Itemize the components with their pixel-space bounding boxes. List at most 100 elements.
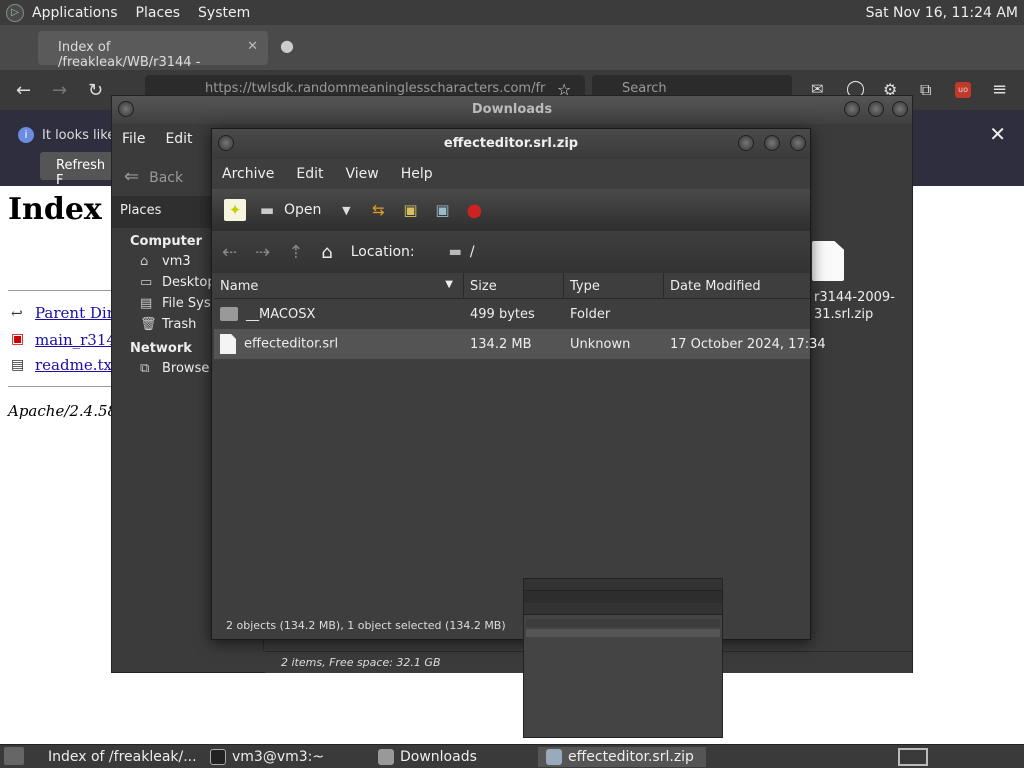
menu-file[interactable]: File bbox=[122, 131, 145, 147]
url-text: https://twlsdk.randommeaninglesscharacte… bbox=[205, 81, 546, 96]
open-dropdown-icon[interactable]: ▼ bbox=[335, 199, 357, 221]
show-desktop-icon[interactable] bbox=[4, 747, 24, 765]
system-menu[interactable]: System bbox=[198, 5, 250, 21]
toolbar: ✦ ▬ Open ▼ ⇆ ▣ ▣ ● bbox=[212, 189, 810, 231]
divider bbox=[8, 290, 118, 291]
window-menu-icon[interactable] bbox=[218, 135, 234, 151]
trash-icon: 🗑 bbox=[140, 317, 157, 332]
maximize-icon[interactable] bbox=[868, 101, 884, 117]
window-title: Downloads bbox=[112, 96, 912, 124]
task-terminal[interactable]: vm3@vm3:~ bbox=[202, 747, 366, 767]
list-item-selected[interactable]: effecteditor.srl 134.2 MB Unknown 17 Oct… bbox=[214, 329, 826, 359]
system-logo-icon[interactable]: ▷ bbox=[6, 3, 24, 22]
back-button[interactable]: ⇐ Back bbox=[124, 166, 183, 187]
forward-arrow-icon[interactable]: → bbox=[52, 80, 67, 101]
window-thumbnail-preview[interactable] bbox=[523, 578, 723, 738]
back-arrow-icon: ⇐ bbox=[124, 166, 140, 187]
column-date[interactable]: Date Modified bbox=[664, 273, 810, 298]
hamburger-menu-icon[interactable]: ≡ bbox=[992, 79, 1007, 100]
workspace-switcher[interactable] bbox=[898, 748, 928, 766]
extract-icon[interactable]: ⇆ bbox=[367, 199, 389, 221]
menu-view[interactable]: View bbox=[346, 166, 379, 182]
home-icon[interactable]: ⌂ bbox=[321, 242, 332, 263]
window-menu-icon[interactable] bbox=[118, 101, 134, 117]
column-headers: Name ▼ Size Type Date Modified bbox=[214, 273, 810, 299]
info-icon: i bbox=[18, 127, 34, 143]
notification-text: It looks like bbox=[42, 128, 116, 143]
archive-manager-window: effecteditor.srl.zip Archive Edit View H… bbox=[211, 128, 826, 640]
terminal-icon bbox=[210, 749, 226, 765]
divider bbox=[8, 386, 118, 387]
thumbnail-toolbar bbox=[524, 591, 722, 603]
file-list: __MACOSX 499 bytes Folder effecteditor.s… bbox=[214, 299, 826, 613]
top-panel: ▷ Applications Places System Sat Nov 16,… bbox=[0, 0, 1024, 25]
minimize-icon[interactable] bbox=[844, 101, 860, 117]
text-file-icon: ▤ bbox=[11, 357, 25, 373]
home-folder-icon: ⌂ bbox=[140, 254, 149, 269]
thumbnail-location bbox=[524, 603, 722, 615]
archive-icon bbox=[546, 749, 562, 765]
list-item[interactable]: __MACOSX 499 bytes Folder bbox=[214, 299, 810, 329]
folder-icon bbox=[378, 749, 394, 765]
back-folder-icon: ↩ bbox=[11, 306, 23, 322]
maximize-icon[interactable] bbox=[764, 135, 780, 151]
stop-icon[interactable]: ● bbox=[463, 199, 485, 221]
back-arrow-icon[interactable]: ← bbox=[16, 80, 31, 101]
menu-archive[interactable]: Archive bbox=[222, 166, 274, 182]
puzzle-icon[interactable]: ⧉ bbox=[920, 80, 931, 100]
server-footer: Apache/2.4.58 ( bbox=[8, 402, 128, 420]
desktop-icon: ▭ bbox=[140, 275, 153, 290]
column-name[interactable]: Name ▼ bbox=[214, 273, 464, 298]
back-icon[interactable]: ⇠ bbox=[222, 242, 237, 263]
zip-file-label[interactable]: r3144-2009- 31.srl.zip bbox=[814, 289, 895, 323]
sort-arrow-icon: ▼ bbox=[445, 279, 453, 290]
folder-icon: ▬ bbox=[448, 244, 462, 260]
thumbnail-row bbox=[526, 629, 720, 637]
browser-tab-github[interactable]: ● bbox=[280, 36, 294, 55]
readme-link[interactable]: readme.txt bbox=[35, 356, 118, 374]
folder-icon bbox=[220, 307, 238, 321]
new-archive-icon[interactable]: ✦ bbox=[224, 199, 246, 221]
search-placeholder: Search bbox=[622, 81, 667, 96]
file-icon bbox=[220, 334, 236, 354]
open-icon[interactable]: ▬ bbox=[256, 199, 278, 221]
task-archive-manager[interactable]: effecteditor.srl.zip bbox=[538, 747, 706, 767]
location-path[interactable]: / bbox=[470, 244, 475, 260]
menu-edit[interactable]: Edit bbox=[296, 166, 323, 182]
column-size[interactable]: Size bbox=[464, 273, 564, 298]
drive-icon: ▤ bbox=[140, 296, 153, 311]
add-folder-icon[interactable]: ▣ bbox=[431, 199, 453, 221]
taskbar: Index of /freakleak/... vm3@vm3:~ Downlo… bbox=[0, 744, 1024, 768]
menu-edit[interactable]: Edit bbox=[165, 131, 192, 147]
network-icon: ⧉ bbox=[140, 361, 150, 376]
archive-icon: ▣ bbox=[11, 331, 25, 347]
reload-icon[interactable]: ↻ bbox=[88, 80, 103, 101]
open-button[interactable]: Open bbox=[284, 202, 321, 218]
add-files-icon[interactable]: ▣ bbox=[399, 199, 421, 221]
browser-tab-active[interactable]: Index of /freakleak/WB/r3144 - ✕ bbox=[38, 31, 268, 70]
ublock-icon[interactable]: uo bbox=[955, 82, 971, 98]
zip-file-icon[interactable] bbox=[812, 241, 844, 281]
clock[interactable]: Sat Nov 16, 11:24 AM bbox=[866, 5, 1018, 21]
places-menu[interactable]: Places bbox=[136, 5, 181, 21]
up-icon[interactable]: ⇡ bbox=[288, 242, 303, 263]
menu-help[interactable]: Help bbox=[401, 166, 433, 182]
close-notification-icon[interactable]: ✕ bbox=[989, 122, 1006, 146]
thumbnail-row bbox=[526, 619, 720, 627]
tab-title: Index of /freakleak/WB/r3144 - bbox=[58, 40, 201, 70]
location-label: Location: bbox=[350, 244, 415, 260]
close-icon[interactable] bbox=[790, 135, 806, 151]
location-bar: ⇠ ⇢ ⇡ ⌂ Location: ▬ / bbox=[212, 231, 810, 273]
applications-menu[interactable]: Applications bbox=[32, 5, 118, 21]
github-icon: ● bbox=[280, 36, 294, 55]
menu-bar: Archive Edit View Help bbox=[212, 159, 810, 189]
forward-icon[interactable]: ⇢ bbox=[255, 242, 270, 263]
close-tab-icon[interactable]: ✕ bbox=[247, 39, 258, 54]
minimize-icon[interactable] bbox=[738, 135, 754, 151]
thumbnail-menubar bbox=[524, 579, 722, 591]
window-title: effecteditor.srl.zip bbox=[212, 129, 810, 159]
close-icon[interactable] bbox=[892, 101, 908, 117]
task-firefox[interactable]: Index of /freakleak/... bbox=[34, 747, 200, 767]
column-type[interactable]: Type bbox=[564, 273, 664, 298]
task-downloads[interactable]: Downloads bbox=[370, 747, 534, 767]
